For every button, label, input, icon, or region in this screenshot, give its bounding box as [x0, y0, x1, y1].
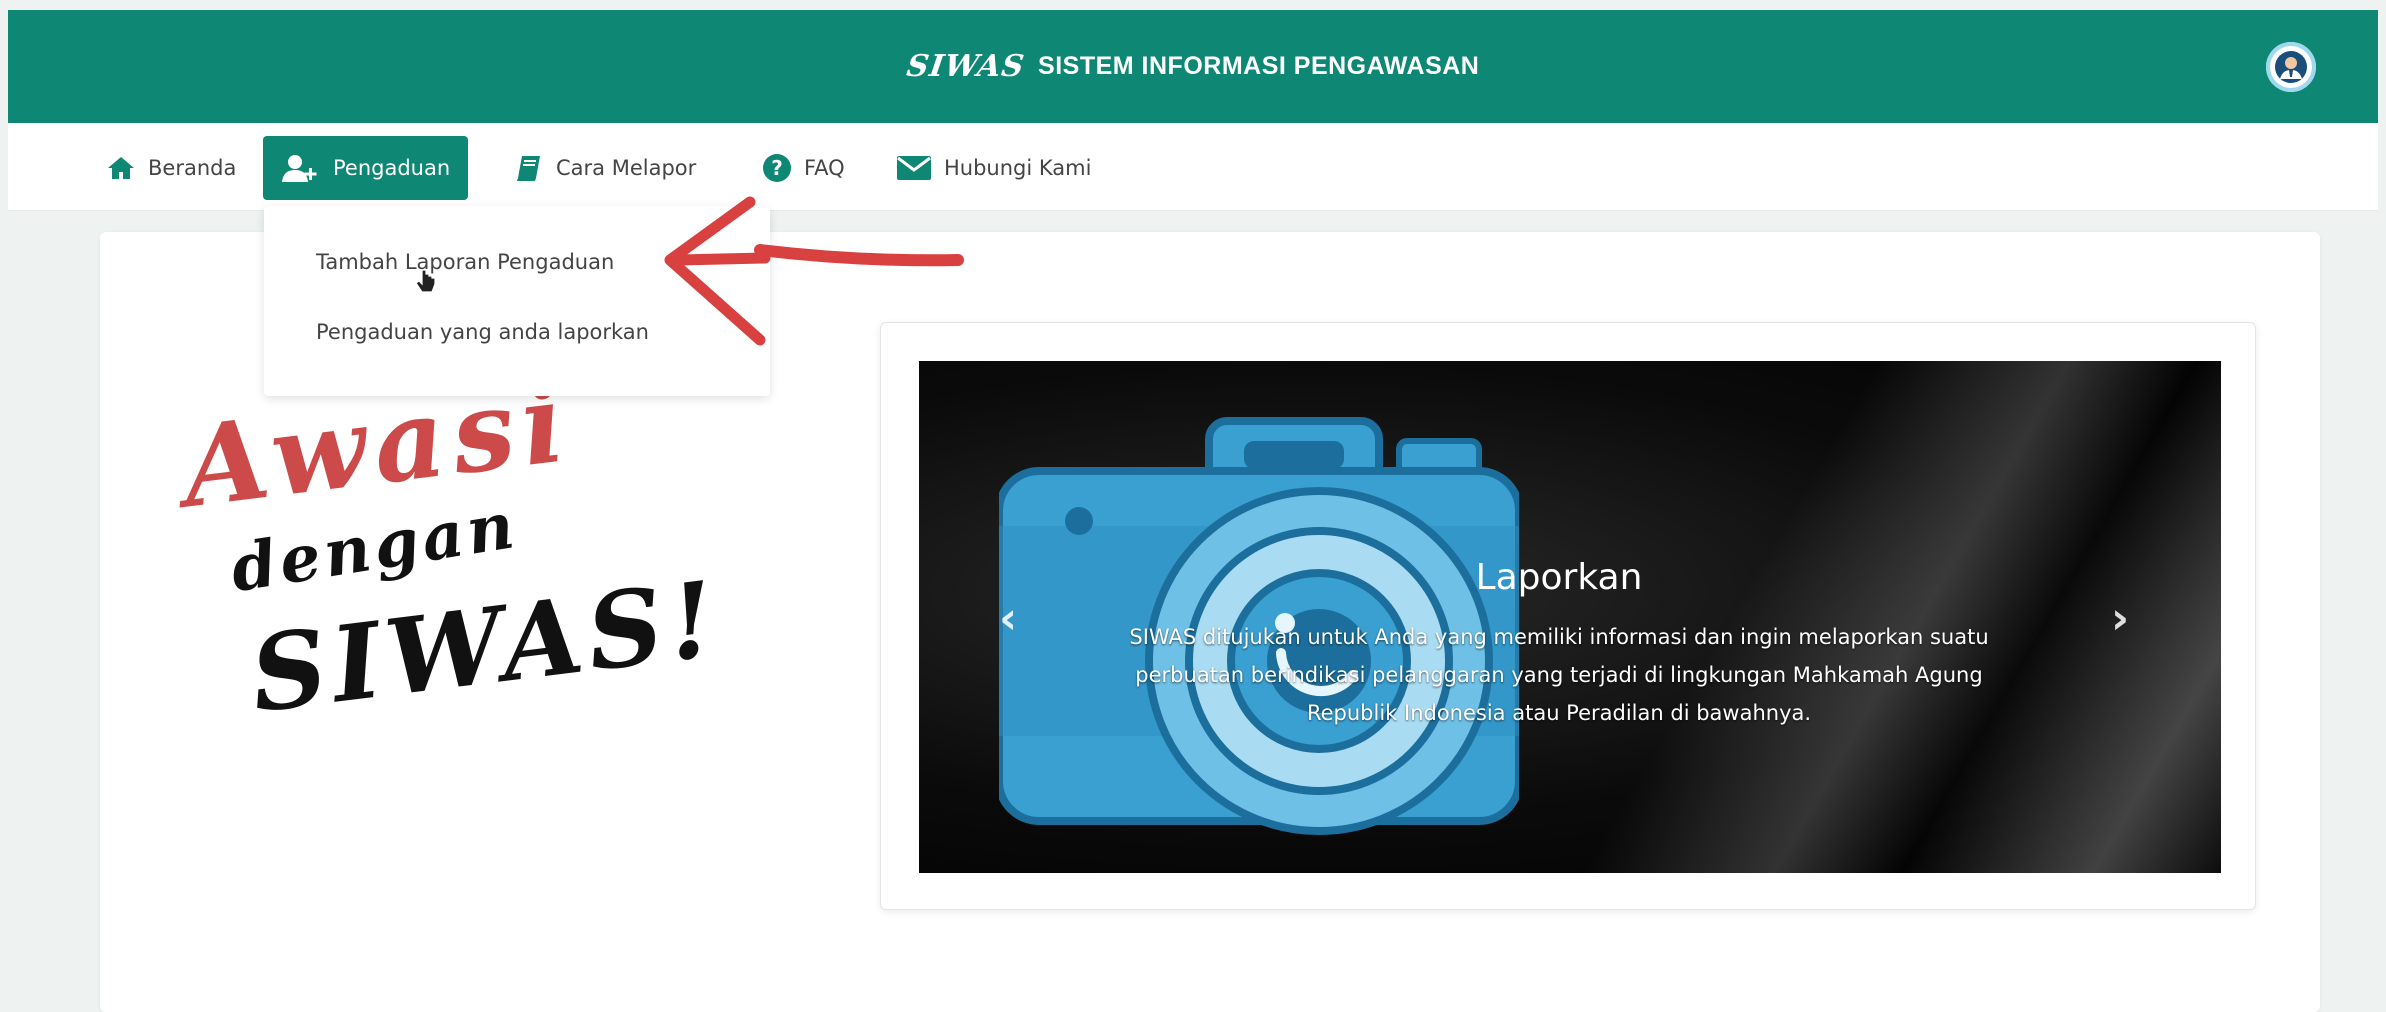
nav-label: FAQ	[804, 156, 845, 180]
slide-text: SIWAS ditujukan untuk Anda yang memiliki…	[1129, 625, 1989, 725]
hand-cursor-icon	[415, 269, 436, 293]
user-plus-icon	[282, 155, 317, 182]
hero-art: Awasi dengan SIWAS!	[176, 357, 820, 760]
brand-title: SISTEM INFORMASI PENGAWASAN	[1038, 52, 1480, 80]
chevron-right-icon[interactable]: ›	[2111, 593, 2129, 644]
top-header: SIWAS SISTEM INFORMASI PENGAWASAN	[8, 10, 2378, 123]
carousel-card: Laporkan SIWAS ditujukan untuk Anda yang…	[880, 322, 2256, 910]
main-navbar: Beranda Pengaduan Cara Melapor ? FAQ Hub…	[8, 123, 2378, 211]
user-avatar-icon[interactable]	[2266, 42, 2316, 92]
carousel-slide[interactable]: Laporkan SIWAS ditujukan untuk Anda yang…	[919, 361, 2221, 873]
annotation-arrow-icon	[664, 196, 964, 346]
slide-title: Laporkan	[1475, 557, 1643, 598]
nav-label: Cara Melapor	[556, 156, 697, 180]
home-icon	[108, 157, 134, 179]
brand[interactable]: SIWAS SISTEM INFORMASI PENGAWASAN	[904, 49, 1480, 84]
book-icon	[517, 156, 540, 181]
brand-logo: SIWAS	[904, 49, 1027, 84]
carousel-caption: Laporkan SIWAS ditujukan untuk Anda yang…	[1109, 557, 2009, 732]
chevron-left-icon[interactable]: ‹	[999, 593, 1017, 644]
dropdown-item-pengaduan-anda[interactable]: Pengaduan yang anda laporkan	[316, 320, 649, 344]
question-circle-icon: ?	[763, 154, 791, 182]
nav-pengaduan[interactable]: Pengaduan	[263, 136, 469, 200]
nav-label: Beranda	[148, 156, 237, 180]
nav-beranda[interactable]: Beranda	[96, 136, 246, 200]
person-icon	[2275, 51, 2307, 83]
dropdown-item-tambah-laporan[interactable]: Tambah Laporan Pengaduan	[316, 250, 614, 274]
nav-label: Pengaduan	[333, 156, 451, 180]
nav-label: Hubungi Kami	[944, 156, 1092, 180]
envelope-icon	[897, 156, 931, 180]
svg-text:?: ?	[771, 156, 783, 180]
